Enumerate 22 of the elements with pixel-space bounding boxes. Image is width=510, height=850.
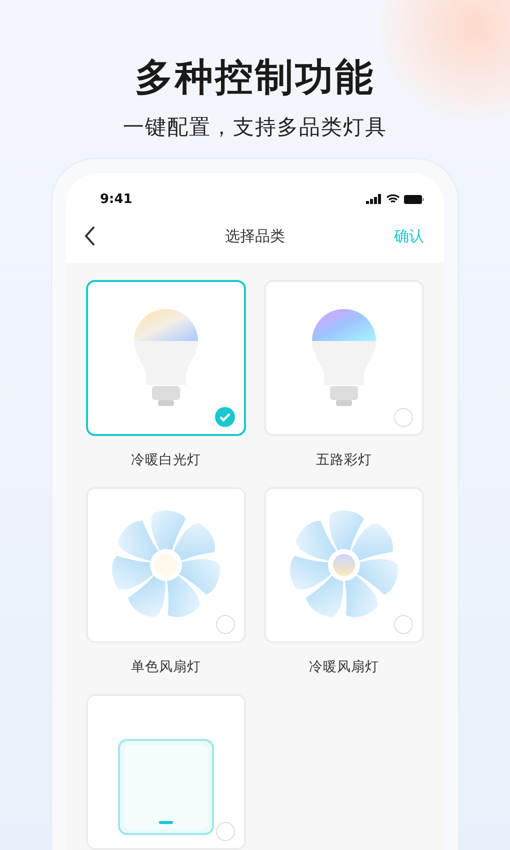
subtitle: 一键配置，支持多品类灯具 xyxy=(123,114,387,141)
signal-icon xyxy=(366,194,382,204)
radio-circle xyxy=(216,822,235,841)
check-icon xyxy=(215,407,235,427)
radio-circle xyxy=(394,615,413,634)
category-label: 冷暖白光灯 xyxy=(131,451,201,470)
category-label: 单色风扇灯 xyxy=(131,658,201,677)
light-bulb-icon xyxy=(311,308,377,408)
category-card[interactable] xyxy=(86,280,246,436)
screen-title: 选择品类 xyxy=(225,226,285,246)
radio-circle xyxy=(216,615,235,634)
confirm-button[interactable]: 确认 xyxy=(394,226,424,246)
category-label: 五路彩灯 xyxy=(316,451,372,470)
back-icon[interactable] xyxy=(84,226,96,246)
category-label: 冷暖风扇灯 xyxy=(309,658,379,677)
wifi-icon xyxy=(386,194,400,204)
battery-icon xyxy=(404,194,424,204)
radio-circle xyxy=(394,408,413,427)
light-bulb-icon xyxy=(133,308,199,408)
status-time: 9:41 xyxy=(100,192,132,206)
light-panel-icon xyxy=(118,739,214,835)
headline: 多种控制功能 xyxy=(135,54,375,101)
